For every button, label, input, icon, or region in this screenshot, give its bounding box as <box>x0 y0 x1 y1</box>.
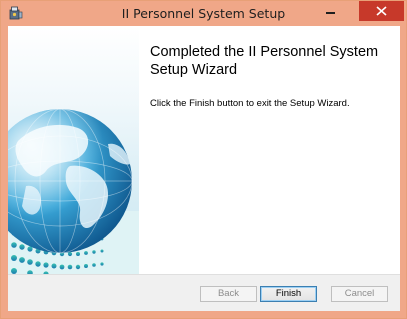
minimize-icon <box>326 12 335 14</box>
wizard-client-area: Completed the II Personnel System Setup … <box>8 26 400 311</box>
button-bar: Back Finish Cancel <box>8 274 400 311</box>
globe-illustration <box>8 108 139 274</box>
completion-message: Click the Finish button to exit the Setu… <box>150 98 350 109</box>
back-button[interactable]: Back <box>200 286 257 302</box>
minimize-button[interactable] <box>317 1 343 21</box>
wizard-banner <box>8 26 139 274</box>
cancel-button[interactable]: Cancel <box>331 286 388 302</box>
wizard-content: Completed the II Personnel System Setup … <box>139 26 400 274</box>
close-icon <box>376 6 387 16</box>
title-bar[interactable]: II Personnel System Setup <box>1 1 406 26</box>
setup-window: II Personnel System Setup Completed the … <box>0 0 407 319</box>
window-title: II Personnel System Setup <box>121 6 286 21</box>
close-button[interactable] <box>359 1 404 21</box>
completion-heading: Completed the II Personnel System Setup … <box>150 44 379 78</box>
finish-button[interactable]: Finish <box>260 286 317 302</box>
